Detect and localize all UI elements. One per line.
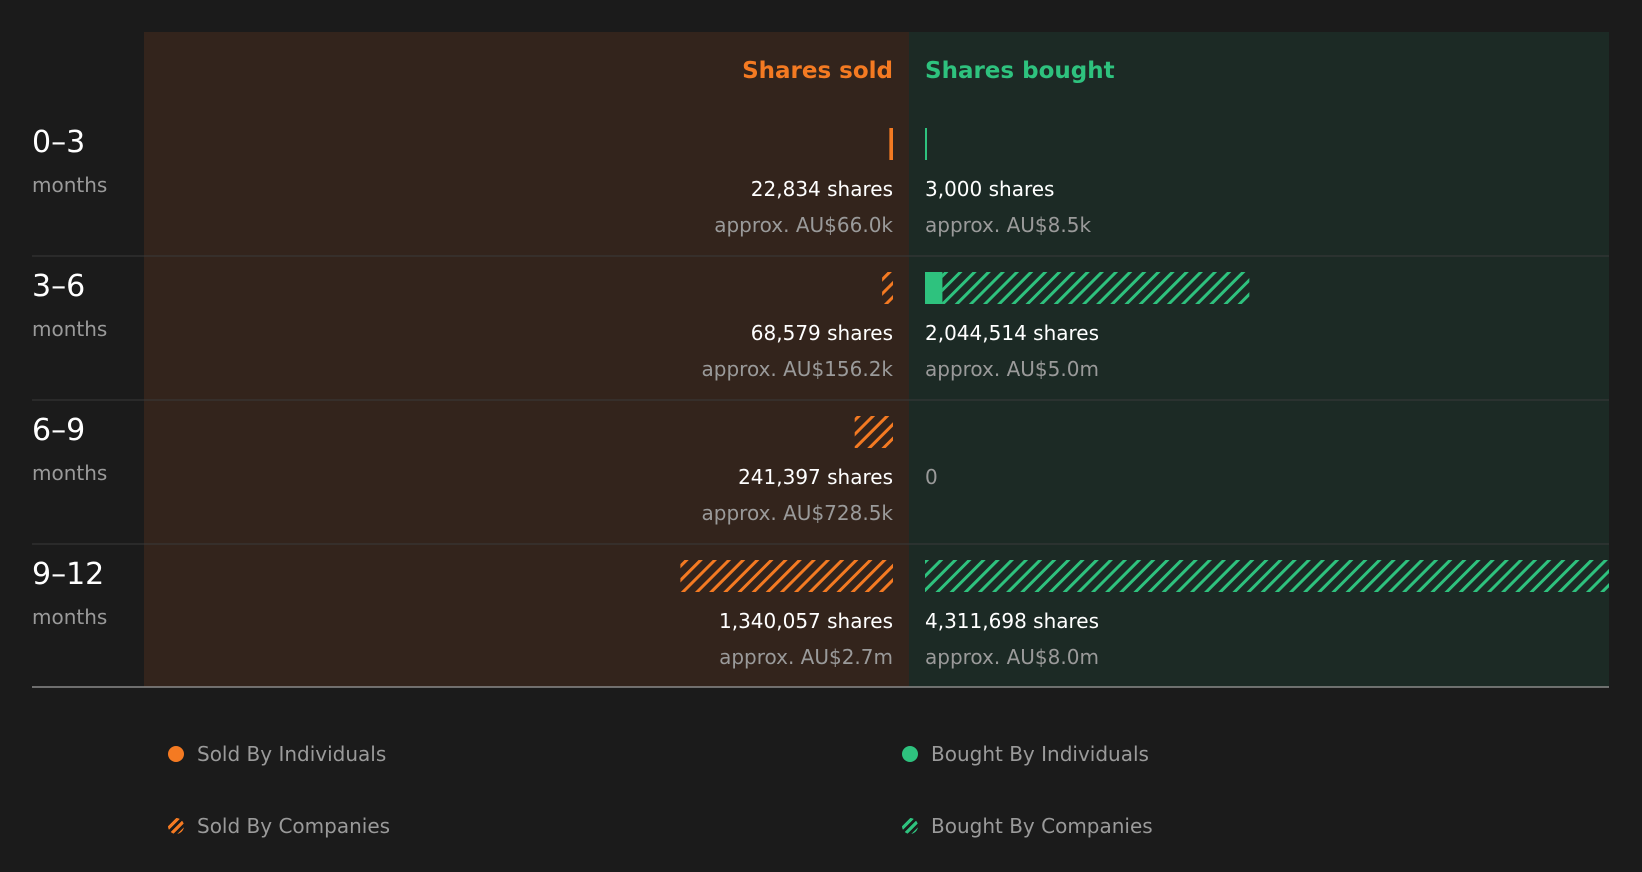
bought-header: Shares bought (925, 58, 1115, 84)
bar-bought-by-companies (942, 272, 1250, 304)
bought-shares-label: 2,044,514 shares (925, 321, 1099, 345)
sold-shares-label: 1,340,057 shares (719, 609, 893, 633)
hatched-green-dot-icon (902, 818, 918, 834)
legend-bought-companies: Bought By Companies (902, 814, 1153, 838)
period-unit-label: months (32, 605, 107, 629)
sold-value-label: approx. AU$156.2k (702, 357, 894, 381)
period-unit-label: months (32, 173, 107, 197)
period-label: 0–3 (32, 125, 85, 160)
legend-sold-individuals: Sold By Individuals (168, 742, 386, 766)
legend-bought-individuals: Bought By Individuals (902, 742, 1149, 766)
sold-shares-label: 241,397 shares (738, 465, 893, 489)
bar-bought-by-companies (925, 560, 1609, 592)
hatched-orange-dot-icon (168, 818, 184, 834)
bought-shares-label: 4,311,698 shares (925, 609, 1099, 633)
period-label: 9–12 (32, 557, 104, 592)
legend-label: Sold By Individuals (197, 742, 387, 766)
period-label: 6–9 (32, 413, 85, 448)
bar-bought-by-individuals (925, 272, 943, 304)
solid-green-dot-icon (902, 746, 918, 762)
sold-value-label: approx. AU$728.5k (702, 501, 894, 525)
solid-orange-dot-icon (168, 746, 184, 762)
bought-shares-label: 3,000 shares (925, 177, 1054, 201)
legend-label: Bought By Companies (931, 814, 1153, 838)
legend-label: Sold By Companies (197, 814, 391, 838)
bar-sold-by-companies (854, 416, 893, 448)
legend-sold-companies: Sold By Companies (168, 814, 390, 838)
period-unit-label: months (32, 461, 107, 485)
bar-sold-by-individuals (889, 128, 893, 160)
bought-value-label: approx. AU$5.0m (925, 357, 1099, 381)
bought-value-label: approx. AU$8.5k (925, 213, 1091, 237)
sold-shares-label: 68,579 shares (751, 321, 893, 345)
bought-value-label: approx. AU$8.0m (925, 645, 1099, 669)
legend-label: Bought By Individuals (931, 742, 1149, 766)
sold-shares-label: 22,834 shares (751, 177, 893, 201)
sold-header: Shares sold (742, 58, 893, 84)
period-unit-label: months (32, 317, 107, 341)
bar-sold-by-companies (882, 272, 893, 304)
bar-sold-by-companies (680, 560, 893, 592)
sold-value-label: approx. AU$2.7m (719, 645, 893, 669)
period-label: 3–6 (32, 269, 85, 304)
bought-shares-label: 0 (925, 465, 938, 489)
bar-bought-by-individuals (925, 128, 927, 160)
sold-value-label: approx. AU$66.0k (714, 213, 893, 237)
